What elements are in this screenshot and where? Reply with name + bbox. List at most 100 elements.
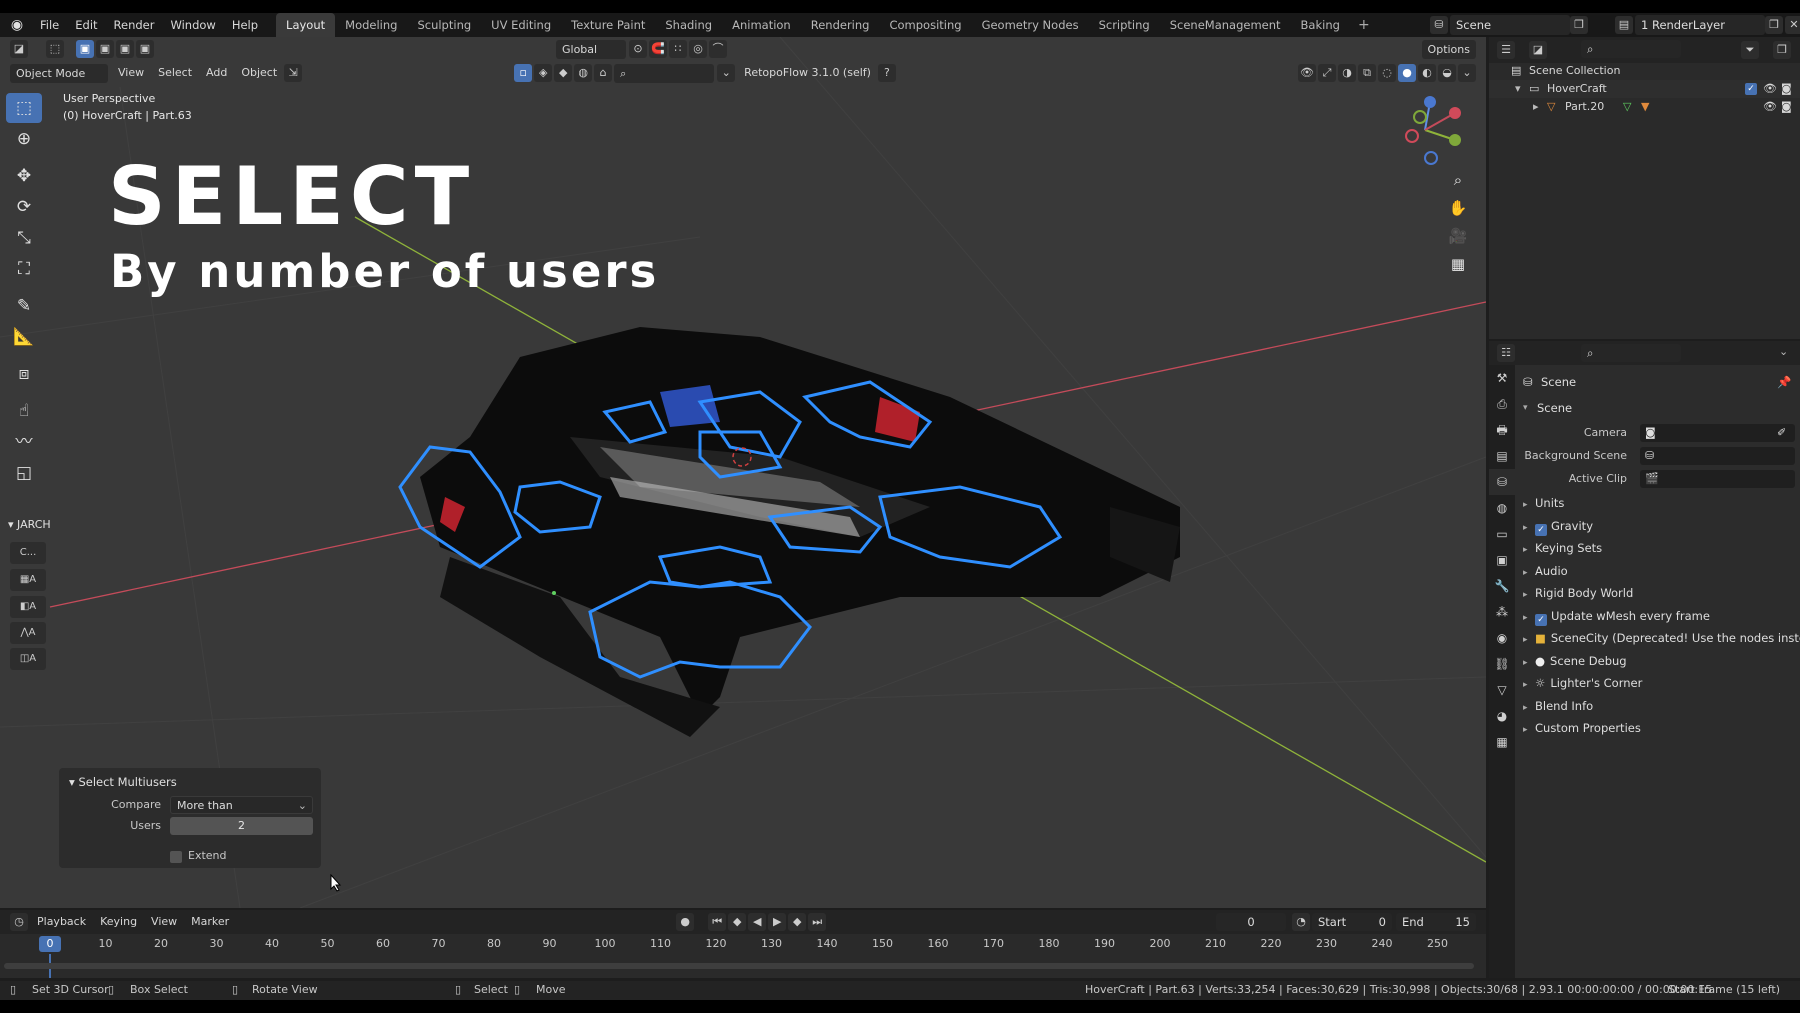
tab-rendering[interactable]: Rendering <box>801 13 880 37</box>
output-tab-icon[interactable]: 🖶 <box>1489 417 1515 443</box>
tab-baking[interactable]: Baking <box>1291 13 1350 37</box>
overlay-toggle-icon[interactable]: ◑ <box>1338 64 1356 82</box>
transform-affect-icon[interactable]: ⇲ <box>284 64 303 82</box>
add-workspace-button[interactable]: + <box>1350 13 1378 37</box>
collection-include-checkbox[interactable]: ✓ <box>1745 83 1757 95</box>
jarch-button-5[interactable]: ◫A <box>10 648 46 670</box>
xray-icon[interactable]: ◍ <box>574 64 593 82</box>
chevron-down-icon[interactable]: ⌄ <box>1779 345 1788 358</box>
menu-keying[interactable]: Keying <box>93 910 144 934</box>
curve-tool-icon[interactable]: 〰 <box>6 427 42 457</box>
menu-playback[interactable]: Playback <box>30 910 93 934</box>
eye-icon[interactable]: 👁 <box>1763 98 1777 116</box>
tab-animation[interactable]: Animation <box>722 13 801 37</box>
falloff-icon[interactable]: ⌒ <box>709 40 727 58</box>
next-keyframe-icon[interactable]: ◆ <box>788 913 807 931</box>
remove-render-layer-icon[interactable]: ✕ <box>1785 16 1800 34</box>
camera-render-icon[interactable]: ◙ <box>1781 80 1792 98</box>
timeline-editor-type-icon[interactable]: ◷ <box>10 913 28 931</box>
measure-tool-icon[interactable]: 📐 <box>6 322 42 352</box>
new-collection-icon[interactable]: ❐ <box>1773 41 1791 59</box>
scene-panel-header[interactable]: ▾ Scene <box>1515 397 1800 419</box>
background-scene-field[interactable] <box>1640 447 1795 465</box>
shading-options-icon[interactable]: ⌄ <box>1458 64 1476 82</box>
move-tool-icon[interactable]: ✥ <box>6 161 42 191</box>
panel-gravity[interactable]: ▸ ✓ Gravity <box>1523 516 1593 536</box>
outliner-row-scene-collection[interactable]: ▤ Scene Collection <box>1489 62 1800 80</box>
menu-marker[interactable]: Marker <box>184 910 236 934</box>
display-mode-icon[interactable]: ◪ <box>1529 41 1547 59</box>
panel-scene-debug[interactable]: ▸ ● Scene Debug <box>1523 651 1627 671</box>
view-layer-tab-icon[interactable]: ▤ <box>1489 443 1515 469</box>
annotate-tool-icon[interactable]: ✎ <box>6 291 42 321</box>
zoom-icon[interactable]: ⌕ <box>1445 167 1471 193</box>
proportional-edit-icon[interactable]: ◎ <box>689 40 707 58</box>
current-frame-field[interactable]: 0 <box>1216 913 1286 931</box>
xray-toggle-icon[interactable]: ⧉ <box>1358 64 1376 82</box>
mode-dropdown[interactable]: Object Mode <box>10 63 108 83</box>
select-tool-icon[interactable]: ⬚ <box>46 40 64 58</box>
shading-rendered-icon[interactable]: ◒ <box>1438 64 1456 82</box>
data-tab-icon[interactable]: ▽ <box>1489 677 1515 703</box>
tab-texture-paint[interactable]: Texture Paint <box>561 13 655 37</box>
menu-select[interactable]: Select <box>151 61 199 85</box>
new-scene-icon[interactable]: ❐ <box>1570 16 1588 34</box>
panel-scenecity-deprecated-use-the-nodes-instead[interactable]: ▸ ■ SceneCity (Deprecated! Use the nodes i… <box>1523 628 1800 648</box>
outliner-editor-type-icon[interactable]: ☰ <box>1497 41 1515 59</box>
extend-checkbox[interactable] <box>170 851 182 863</box>
users-number-field[interactable]: 2 <box>170 817 313 835</box>
eye-icon[interactable]: 👁 <box>1763 80 1777 98</box>
jarch-panel-header[interactable]: ▾ JARCH <box>0 514 54 536</box>
render-layer-field[interactable]: 1 RenderLayer <box>1635 15 1765 35</box>
scene-tab-icon[interactable]: ⛁ <box>1489 469 1515 495</box>
mode-intersect-icon[interactable]: ▣ <box>136 40 154 58</box>
orientation-dropdown[interactable]: Global <box>556 39 626 59</box>
retopoflow-menu[interactable]: RetopoFlow 3.1.0 (self) <box>737 61 878 85</box>
blender-logo-icon[interactable]: ◉ <box>8 16 26 34</box>
tab-compositing[interactable]: Compositing <box>879 13 971 37</box>
prev-keyframe-icon[interactable]: ◆ <box>728 913 747 931</box>
jump-start-icon[interactable]: ⏮ <box>708 913 727 931</box>
cursor-tool-icon[interactable]: ⊕ <box>6 124 42 154</box>
panel-units[interactable]: ▸ Units <box>1523 493 1564 513</box>
transform-tool-icon[interactable]: ⛶ <box>6 254 42 284</box>
clock-icon[interactable]: ◔ <box>1292 913 1310 931</box>
tab-layout[interactable]: Layout <box>276 13 336 37</box>
menu-object[interactable]: Object <box>234 61 284 85</box>
shading-material-icon[interactable]: ◐ <box>1418 64 1436 82</box>
panel-audio[interactable]: ▸ Audio <box>1523 561 1568 581</box>
add-cube-tool-icon[interactable]: ⧈ <box>6 359 42 389</box>
properties-editor-type-icon[interactable]: ☷ <box>1497 344 1515 362</box>
hand-tool-icon[interactable]: ☝ <box>6 396 42 426</box>
expand-arrow-icon[interactable]: ▾ <box>1515 80 1521 98</box>
tab-scene-management[interactable]: SceneManagement <box>1160 13 1291 37</box>
start-frame-field[interactable]: Start 0 <box>1312 913 1392 931</box>
pivot-icon[interactable]: ⊙ <box>629 40 647 58</box>
mode-subtract-icon[interactable]: ▣ <box>116 40 134 58</box>
play-icon[interactable]: ▶ <box>768 913 787 931</box>
camera-render-icon[interactable]: ◙ <box>1781 98 1792 116</box>
material-tab-icon[interactable]: ◕ <box>1489 703 1515 729</box>
filter-icon[interactable]: ⌂ <box>594 64 613 82</box>
panel-lighter-s-corner[interactable]: ▸ ☼ Lighter's Corner <box>1523 673 1642 693</box>
dropdown-icon[interactable]: ⌄ <box>717 64 736 82</box>
object-tab-icon[interactable]: ▣ <box>1489 547 1515 573</box>
render-tab-icon[interactable]: ⎙ <box>1489 391 1515 417</box>
outliner-row-hovercraft[interactable]: ▾ ▭ HoverCraft ✓ 👁 ◙ <box>1489 80 1800 98</box>
select-mode-edge-icon[interactable]: ◈ <box>534 64 553 82</box>
pan-hand-icon[interactable]: ✋ <box>1445 195 1471 221</box>
menu-render[interactable]: Render <box>106 13 163 37</box>
panel-enable-checkbox[interactable]: ✓ <box>1535 523 1547 536</box>
texture-tab-icon[interactable]: ▦ <box>1489 729 1515 755</box>
mode-extend-icon[interactable]: ▣ <box>96 40 114 58</box>
panel-blend-info[interactable]: ▸ Blend Info <box>1523 696 1593 716</box>
mode-set-icon[interactable]: ▣ <box>76 40 94 58</box>
tab-scripting[interactable]: Scripting <box>1089 13 1160 37</box>
timeline-ruler[interactable]: 0 10 20 30 40 50 60 70 80 90 100 110 120 130 140 150 16… <box>0 934 1486 954</box>
jarch-button-2[interactable]: ▦A <box>10 569 46 591</box>
constraints-tab-icon[interactable]: ⛓ <box>1489 651 1515 677</box>
rotate-tool-icon[interactable]: ⟳ <box>6 192 42 222</box>
scale-tool-icon[interactable]: ⤡ <box>6 223 42 253</box>
timeline-scrollbar[interactable] <box>4 963 1474 969</box>
search-field[interactable]: ⌕ <box>614 63 715 83</box>
